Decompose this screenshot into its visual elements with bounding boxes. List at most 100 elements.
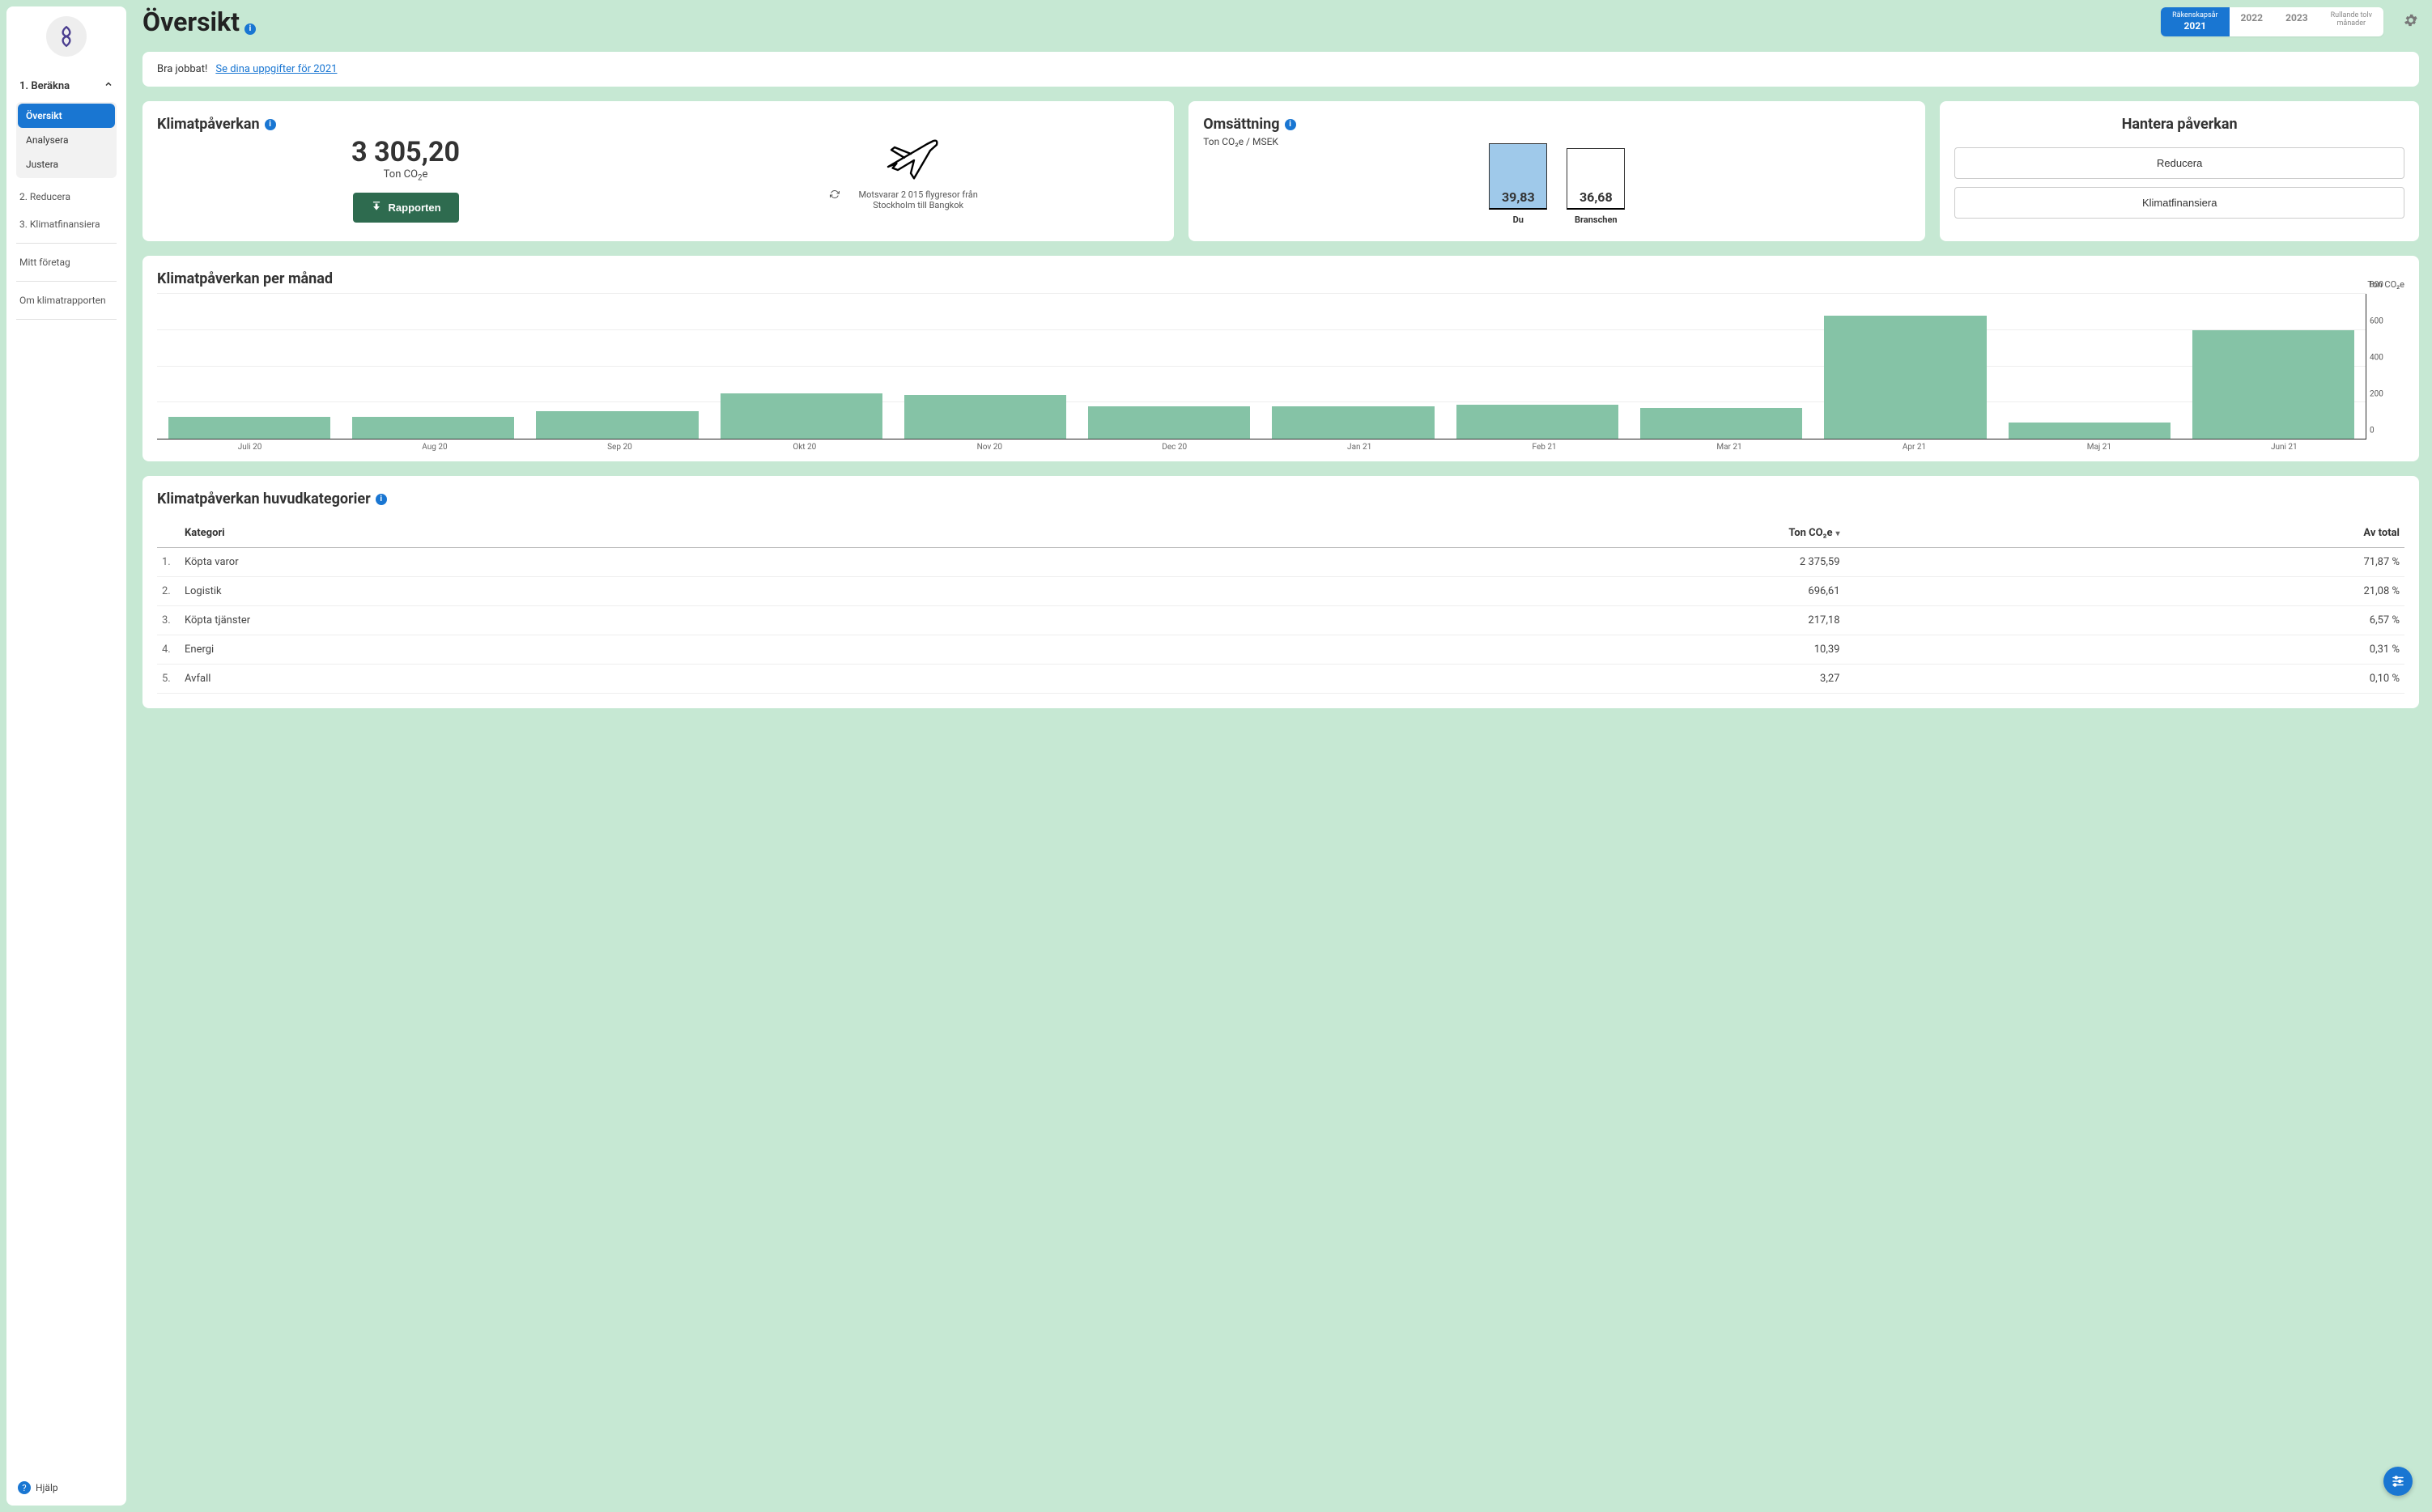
sidebar-subitem-2[interactable]: Justera — [18, 152, 115, 176]
climate-finance-button[interactable]: Klimatfinansiera — [1954, 187, 2404, 219]
chevron-down-icon: ▾ — [1835, 529, 1839, 538]
bar-10 — [2009, 423, 2171, 439]
row-pct: 21,08 % — [1845, 577, 2405, 606]
row-name: Avfall — [180, 665, 1101, 694]
year-tabs: Räkenskapsår202120222023Rullande tolvmån… — [2161, 7, 2383, 36]
banner-prefix: Bra jobbat! — [157, 63, 207, 75]
turnover-industry-label: Branschen — [1575, 214, 1618, 225]
gear-icon[interactable] — [2403, 12, 2419, 32]
y-tick: 600 — [2370, 317, 2383, 326]
x-label: Sep 20 — [538, 443, 701, 452]
turnover-subtitle: Ton CO₂e / MSEK — [1203, 136, 1911, 147]
row-idx: 5. — [157, 665, 180, 694]
report-button-label: Rapporten — [389, 202, 441, 214]
sidebar-subitem-1[interactable]: Analysera — [18, 128, 115, 152]
x-label: Aug 20 — [353, 443, 516, 452]
sidebar-extra-0[interactable]: Mitt företag — [16, 248, 117, 276]
impact-value: 3 305,20 — [157, 136, 654, 168]
row-name: Energi — [180, 635, 1101, 665]
nav-section-label: 1. Beräkna — [19, 80, 70, 92]
year-tab-2023[interactable]: 2023 — [2274, 7, 2319, 36]
table-row[interactable]: 5.Avfall3,270,10 % — [157, 665, 2404, 694]
row-ton: 217,18 — [1101, 606, 1845, 635]
x-label: Juli 20 — [168, 443, 331, 452]
manage-card: Hantera påverkan Reducera Klimatfinansie… — [1940, 101, 2419, 241]
info-icon[interactable]: i — [376, 494, 387, 505]
impact-card: Klimatpåverkan i 3 305,20 Ton CO2e Rappo… — [142, 101, 1174, 241]
row-name: Köpta varor — [180, 548, 1101, 577]
app-logo — [46, 16, 87, 57]
categories-table: Kategori Ton CO₂e▾ Av total 1.Köpta varo… — [157, 519, 2404, 694]
info-icon[interactable]: i — [244, 23, 256, 35]
page-title: Översikt — [142, 6, 240, 37]
x-label: Okt 20 — [723, 443, 886, 452]
row-name: Köpta tjänster — [180, 606, 1101, 635]
info-banner: Bra jobbat! Se dina uppgifter för 2021 — [142, 52, 2419, 87]
sidebar: 1. Beräkna ÖversiktAnalyseraJustera 2. R… — [6, 6, 126, 1506]
impact-equivalent: Motsvarar 2 015 flygresor från Stockholm… — [844, 189, 992, 210]
turnover-bar-industry: 36,68 — [1567, 148, 1625, 210]
row-pct: 0,31 % — [1845, 635, 2405, 665]
nav-section-calculate[interactable]: 1. Beräkna — [16, 73, 117, 99]
refresh-icon — [830, 189, 840, 202]
row-idx: 4. — [157, 635, 180, 665]
turnover-you-label: Du — [1513, 214, 1524, 225]
y-tick: 400 — [2370, 354, 2383, 363]
y-tick: 0 — [2370, 427, 2375, 435]
bar-4 — [904, 395, 1066, 439]
impact-title: Klimatpåverkan — [157, 116, 260, 133]
x-label: Juni 21 — [2203, 443, 2366, 452]
row-idx: 2. — [157, 577, 180, 606]
year-tab-rolling[interactable]: Rullande tolvmånader — [2319, 7, 2383, 36]
sidebar-subitem-0[interactable]: Översikt — [18, 104, 115, 128]
sidebar-item-1[interactable]: 3. Klimatfinansiera — [16, 210, 117, 238]
x-label: Apr 21 — [1833, 443, 1996, 452]
bar-9 — [1824, 316, 1986, 439]
bar-8 — [1640, 408, 1802, 439]
bar-11 — [2192, 330, 2354, 439]
table-row[interactable]: 3.Köpta tjänster217,186,57 % — [157, 606, 2404, 635]
banner-link[interactable]: Se dina uppgifter för 2021 — [215, 63, 337, 75]
help-icon: ? — [18, 1481, 31, 1494]
table-row[interactable]: 4.Energi10,390,31 % — [157, 635, 2404, 665]
year-tab-2022[interactable]: 2022 — [2230, 7, 2275, 36]
sidebar-extra-1[interactable]: Om klimatrapporten — [16, 287, 117, 314]
impact-unit: Ton CO2e — [157, 168, 654, 183]
turnover-title: Omsättning — [1203, 116, 1279, 133]
monthly-chart-card: Klimatpåverkan per månad Ton CO₂e 020040… — [142, 256, 2419, 461]
col-ton[interactable]: Ton CO₂e▾ — [1101, 519, 1845, 548]
download-report-button[interactable]: Rapporten — [353, 193, 459, 223]
table-row[interactable]: 2.Logistik696,6121,08 % — [157, 577, 2404, 606]
year-tab-2021[interactable]: Räkenskapsår2021 — [2161, 7, 2229, 36]
download-icon — [371, 201, 382, 214]
help-label: Hjälp — [36, 1482, 58, 1493]
col-total[interactable]: Av total — [1845, 519, 2405, 548]
sidebar-item-0[interactable]: 2. Reducera — [16, 183, 117, 210]
table-row[interactable]: 1.Köpta varor2 375,5971,87 % — [157, 548, 2404, 577]
x-label: Dec 20 — [1093, 443, 1256, 452]
x-label: Jan 21 — [1278, 443, 1441, 452]
info-icon[interactable]: i — [265, 119, 276, 130]
categories-card: Klimatpåverkan huvudkategorier i Kategor… — [142, 476, 2419, 708]
info-icon[interactable]: i — [1285, 119, 1296, 130]
manage-title: Hantera påverkan — [1954, 116, 2404, 133]
monthly-bar-chart — [157, 294, 2366, 440]
turnover-you-value: 39,83 — [1502, 189, 1535, 208]
turnover-bar-you: 39,83 — [1489, 143, 1547, 210]
help-link[interactable]: ? Hjälp — [18, 1481, 58, 1494]
row-idx: 3. — [157, 606, 180, 635]
filter-fab[interactable] — [2383, 1467, 2413, 1496]
row-ton: 10,39 — [1101, 635, 1845, 665]
reduce-button[interactable]: Reducera — [1954, 147, 2404, 179]
row-pct: 0,10 % — [1845, 665, 2405, 694]
x-label: Nov 20 — [908, 443, 1071, 452]
col-category[interactable]: Kategori — [180, 519, 1101, 548]
row-pct: 71,87 % — [1845, 548, 2405, 577]
bar-2 — [536, 411, 698, 439]
categories-title: Klimatpåverkan huvudkategorier — [157, 491, 371, 508]
y-tick: 800 — [2370, 281, 2383, 290]
x-label: Feb 21 — [1463, 443, 1626, 452]
bar-5 — [1088, 406, 1250, 439]
row-pct: 6,57 % — [1845, 606, 2405, 635]
row-ton: 3,27 — [1101, 665, 1845, 694]
